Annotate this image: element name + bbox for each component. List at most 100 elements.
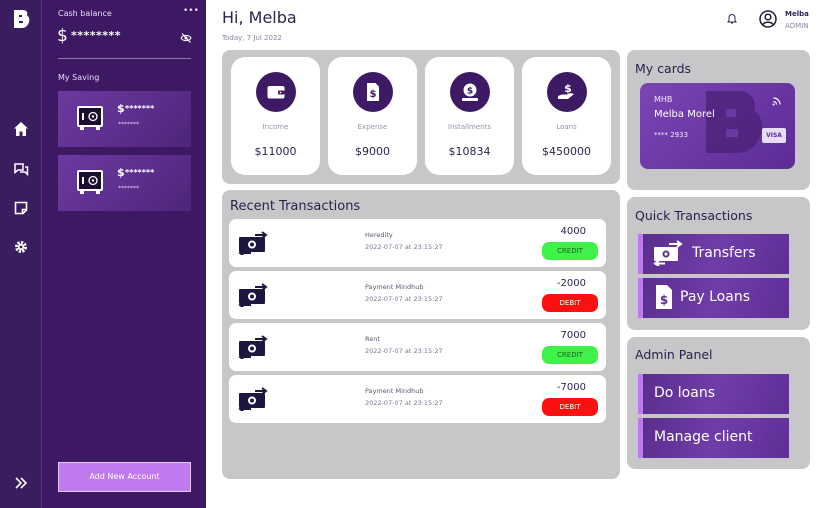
my-cards-panel: My cards MHB Melba Morel **** 2933 VISA	[627, 50, 810, 190]
transaction-amount: -2000	[556, 278, 586, 289]
money-hand-icon-graphic: $	[558, 82, 574, 99]
eye-off-icon[interactable]	[180, 32, 192, 44]
transaction-amount: 7000	[560, 330, 586, 341]
svg-text:$: $	[467, 87, 473, 97]
installments-card[interactable]: $ Installments $10834	[425, 57, 514, 175]
saving-subtext: *******	[118, 185, 139, 192]
recent-transactions-panel: Recent Transactions Heredity 2022-07-07 …	[222, 190, 620, 479]
receipt-icon: $	[656, 285, 672, 309]
money-transfer-icon	[238, 387, 268, 411]
coin-hand-icon-graphic: $	[462, 83, 478, 101]
transaction-date: 2022-07-07 at 23:15:27	[365, 399, 443, 407]
contactless-icon	[772, 97, 781, 106]
quick-transactions-panel: Quick Transactions Transfers $ Pay Loans	[627, 197, 810, 330]
money-transfer-icon	[238, 231, 268, 255]
card-logo-b-icon	[706, 91, 762, 153]
transaction-description: Payment Mindhub	[365, 283, 424, 291]
do-loans-button[interactable]: Do loans	[638, 374, 789, 414]
credit-badge: CREDIT	[542, 346, 598, 364]
transaction-row[interactable]: Payment Mindhub 2022-07-07 at 23:15:27 -…	[229, 271, 606, 319]
stat-value: $11000	[254, 145, 297, 158]
card-network-badge: VISA	[762, 128, 786, 143]
transaction-row[interactable]: Rent 2022-07-07 at 23:15:27 7000 CREDIT	[229, 323, 606, 371]
manage-client-button[interactable]: Manage client	[638, 418, 789, 458]
expense-card[interactable]: $ Expense $9000	[328, 57, 417, 175]
saving-account-card[interactable]: $ ******* *******	[58, 155, 191, 211]
divider	[58, 58, 191, 59]
nav-rail	[0, 0, 41, 508]
user-name: Melba	[785, 10, 809, 18]
note-icon[interactable]	[13, 200, 29, 216]
saving-amount: *******	[125, 104, 155, 113]
money-transfer-icon	[653, 240, 683, 266]
current-date: Today, 7 Jul 2022	[222, 34, 282, 42]
stat-value: $450000	[542, 145, 591, 158]
saving-account-card[interactable]: $ ******* *******	[58, 91, 191, 147]
add-new-account-button[interactable]: Add New Account	[58, 462, 191, 492]
admin-panel: Admin Panel Do loans Manage client	[627, 337, 810, 469]
coin-hand-icon: $	[450, 72, 490, 112]
transaction-description: Payment Mindhub	[365, 387, 424, 395]
svg-text:$: $	[660, 293, 668, 307]
svg-text:$: $	[564, 82, 572, 95]
admin-panel-title: Admin Panel	[635, 347, 713, 362]
saving-subtext: *******	[118, 121, 139, 128]
do-loans-label: Do loans	[654, 385, 715, 401]
card-bank-name: MHB	[654, 95, 673, 104]
sidebar: Cash balance ••• $ ******** My Saving $ …	[41, 0, 206, 508]
chat-icon[interactable]	[13, 161, 29, 177]
greeting: Hi, Melba	[222, 8, 297, 27]
stats-panel: Income $11000 $ Expense $9000 $ Installm…	[222, 50, 620, 184]
money-hand-icon: $	[547, 72, 587, 112]
settings-icon[interactable]	[13, 239, 29, 255]
transaction-description: Heredity	[365, 231, 393, 239]
cash-balance-value: ********	[71, 29, 122, 42]
card-holder-name: Melba Morel	[654, 109, 715, 120]
transaction-amount: -7000	[556, 382, 586, 393]
safe-icon	[77, 170, 103, 194]
wallet-icon-graphic	[267, 86, 285, 99]
bell-icon[interactable]	[726, 13, 738, 25]
svg-text:$: $	[370, 89, 377, 100]
stat-label: Income	[262, 123, 289, 131]
saving-currency: $	[117, 166, 125, 179]
stat-value: $9000	[355, 145, 390, 158]
transaction-date: 2022-07-07 at 23:15:27	[365, 243, 443, 251]
money-transfer-icon	[238, 283, 268, 307]
quick-transactions-title: Quick Transactions	[635, 208, 753, 223]
transfers-button[interactable]: Transfers	[638, 234, 789, 274]
safe-icon	[77, 106, 103, 130]
debit-badge: DEBIT	[542, 294, 598, 312]
saving-amount: *******	[125, 168, 155, 177]
pay-loans-label: Pay Loans	[680, 289, 750, 305]
transfers-label: Transfers	[692, 245, 756, 261]
receipt-icon-graphic: $	[367, 83, 379, 101]
stat-label: Expense	[357, 123, 388, 131]
debit-badge: DEBIT	[542, 398, 598, 416]
saving-currency: $	[117, 102, 125, 115]
pay-loans-button[interactable]: $ Pay Loans	[638, 278, 789, 318]
cash-balance-label: Cash balance	[58, 9, 112, 18]
manage-client-label: Manage client	[654, 429, 753, 445]
money-transfer-icon	[238, 335, 268, 359]
stat-value: $10834	[448, 145, 491, 158]
stat-label: Loans	[556, 123, 577, 131]
more-options-icon[interactable]: •••	[183, 6, 199, 16]
expand-icon[interactable]	[14, 476, 28, 490]
wallet-icon	[256, 72, 296, 112]
currency-symbol: $	[57, 26, 68, 46]
my-saving-label: My Saving	[58, 73, 100, 82]
recent-transactions-title: Recent Transactions	[230, 199, 361, 214]
loans-card[interactable]: $ Loans $450000	[522, 57, 611, 175]
transaction-row[interactable]: Heredity 2022-07-07 at 23:15:27 4000 CRE…	[229, 219, 606, 267]
transaction-description: Rent	[365, 335, 380, 343]
home-icon[interactable]	[13, 121, 29, 137]
transaction-date: 2022-07-07 at 23:15:27	[365, 347, 443, 355]
credit-badge: CREDIT	[542, 242, 598, 260]
bank-card[interactable]: MHB Melba Morel **** 2933 VISA	[640, 83, 795, 169]
user-avatar-icon[interactable]	[759, 10, 777, 28]
transaction-date: 2022-07-07 at 23:15:27	[365, 295, 443, 303]
transaction-row[interactable]: Payment Mindhub 2022-07-07 at 23:15:27 -…	[229, 375, 606, 423]
logo-b-icon[interactable]	[11, 9, 31, 29]
income-card[interactable]: Income $11000	[231, 57, 320, 175]
